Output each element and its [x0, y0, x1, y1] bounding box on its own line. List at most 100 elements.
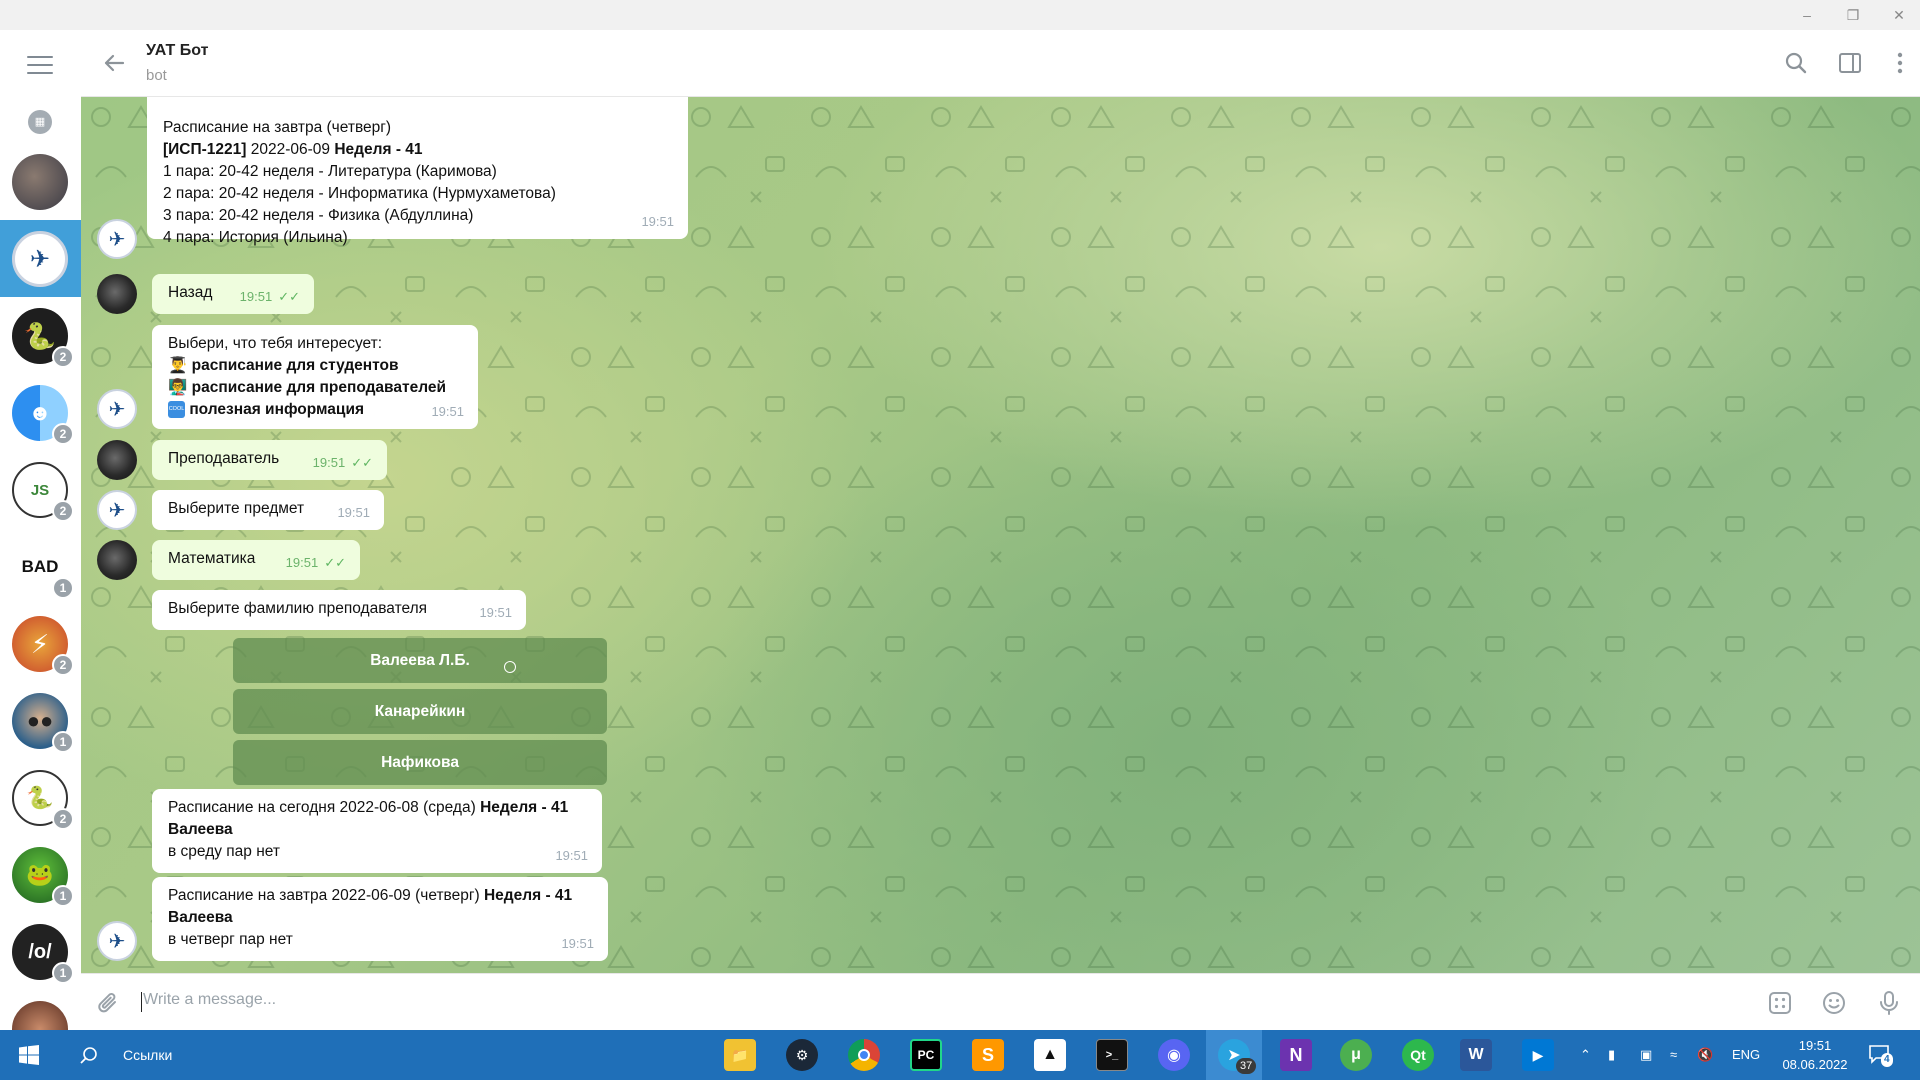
- bot-avatar[interactable]: ✈: [97, 921, 137, 961]
- wifi-icon[interactable]: ≈: [1670, 1030, 1677, 1080]
- message-time: 19:51 ✓✓: [240, 286, 300, 308]
- volume-muted-icon[interactable]: 🔇: [1697, 1030, 1713, 1080]
- message-text: Преподаватель: [168, 450, 280, 467]
- battery-icon[interactable]: ▮: [1608, 1030, 1615, 1080]
- user-avatar[interactable]: [97, 440, 137, 480]
- message-time: 19:51: [479, 605, 512, 620]
- teacher-name-text: Валеева: [168, 909, 233, 926]
- outgoing-message[interactable]: Преподаватель 19:51 ✓✓: [152, 440, 387, 480]
- user-avatar[interactable]: [97, 274, 137, 314]
- chat-avatar-1[interactable]: [12, 154, 68, 210]
- pycharm-icon[interactable]: PC: [910, 1039, 942, 1071]
- message-text: Выберите фамилию преподавателя: [168, 600, 428, 617]
- message-text: Выбери, что тебя интересует:: [168, 335, 383, 352]
- menu-option-line: COOL полезная информация: [168, 399, 462, 421]
- time-text: 19:51: [285, 555, 319, 570]
- message-text: Расписание на завтра (четверг): [163, 119, 392, 136]
- teacher-name: Валеева: [168, 819, 586, 841]
- visual-studio-icon[interactable]: N: [1280, 1039, 1312, 1071]
- clock[interactable]: 19:51 08.06.2022: [1775, 1036, 1855, 1074]
- notifications-icon[interactable]: 4: [1868, 1043, 1898, 1069]
- dev-null-logo-text: /o/: [28, 940, 52, 963]
- back-arrow-icon[interactable]: [101, 50, 131, 80]
- telegram-unread-badge: 37: [1236, 1058, 1257, 1074]
- sidebar-toggle-icon[interactable]: [1837, 50, 1865, 78]
- terminal-icon[interactable]: >_: [1096, 1039, 1128, 1071]
- chat-avatar-bad-code[interactable]: BAD 1: [12, 539, 74, 599]
- chat-avatar-uat-bot[interactable]: ✈: [12, 231, 68, 287]
- unread-badge: 2: [52, 500, 74, 522]
- chat-avatar-senior-pythonist[interactable]: 🐍 2: [12, 770, 74, 830]
- incoming-message[interactable]: Выбери, что тебя интересует: 👨‍🎓 расписа…: [152, 325, 478, 429]
- minimize-icon[interactable]: –: [1784, 0, 1830, 30]
- restore-icon[interactable]: ❐: [1830, 0, 1876, 30]
- chat-avatar-python[interactable]: 🐍 2: [12, 308, 74, 368]
- emoji-icon[interactable]: [1821, 990, 1847, 1016]
- bot-commands-icon[interactable]: [1767, 990, 1793, 1016]
- bot-avatar[interactable]: ✈: [97, 490, 137, 530]
- meet-now-icon[interactable]: ▣: [1640, 1030, 1652, 1080]
- message-text: в среду пар нет: [168, 843, 280, 860]
- chrome-icon[interactable]: [848, 1039, 880, 1071]
- message-text: Расписание на сегодня 2022-06-08 (среда)…: [168, 797, 586, 819]
- incoming-message[interactable]: Расписание на завтра (четверг) [ИСП-1221…: [147, 97, 688, 246]
- chat-title[interactable]: УАТ Бот: [146, 42, 208, 60]
- hamburger-icon[interactable]: [27, 56, 53, 74]
- language-indicator[interactable]: ENG: [1732, 1030, 1760, 1080]
- search-icon[interactable]: [74, 1030, 104, 1080]
- option-text: расписание для преподавателей: [191, 379, 446, 396]
- show-hidden-icons-chevron-icon[interactable]: ⌃: [1580, 1030, 1591, 1080]
- inline-keyboard-button[interactable]: Валеева Л.Б.: [233, 638, 607, 683]
- sublime-text-icon[interactable]: S: [972, 1039, 1004, 1071]
- search-icon[interactable]: [1783, 50, 1811, 78]
- archive-icon[interactable]: ▦: [28, 110, 52, 134]
- chat-avatar-senior-frontender[interactable]: JS 2: [12, 462, 74, 522]
- chat-avatar-finder[interactable]: ☻ 2: [12, 385, 74, 445]
- loading-icon: [504, 661, 516, 673]
- teacher-name: Валеева: [168, 907, 592, 929]
- chat-avatar-glasses[interactable]: ●● 1: [12, 693, 74, 753]
- inline-keyboard-button[interactable]: Нафикова: [233, 740, 607, 785]
- unity-icon[interactable]: ▲: [1034, 1039, 1066, 1071]
- qt-creator-icon[interactable]: Qt: [1402, 1039, 1434, 1071]
- attach-icon[interactable]: [96, 990, 122, 1016]
- message-text: 4 пара: История (Ильина): [163, 229, 348, 246]
- outgoing-message[interactable]: Математика 19:51 ✓✓: [152, 540, 360, 580]
- windows-start-icon[interactable]: [0, 1030, 58, 1080]
- option-text: расписание для студентов: [191, 357, 399, 374]
- window-titlebar: – ❐ ✕: [0, 0, 1920, 30]
- unread-badge: 1: [52, 731, 74, 753]
- outgoing-message[interactable]: Назад 19:51 ✓✓: [152, 274, 314, 314]
- close-icon[interactable]: ✕: [1876, 0, 1920, 30]
- file-explorer-icon[interactable]: 📁: [724, 1039, 756, 1071]
- incoming-message[interactable]: Расписание на завтра 2022-06-09 (четверг…: [152, 877, 608, 961]
- notifications-count: 4: [1881, 1053, 1893, 1067]
- taskbar-search-box[interactable]: Ссылки: [123, 1030, 243, 1080]
- incoming-message[interactable]: Выберите фамилию преподавателя 19:51: [152, 590, 526, 630]
- message-time: 19:51: [555, 848, 588, 863]
- chat-avatar-dev-null[interactable]: /o/ 1: [12, 924, 74, 984]
- bot-avatar[interactable]: ✈: [97, 389, 137, 429]
- week-text: Неделя - 41: [483, 887, 573, 904]
- incoming-message[interactable]: Выберите предмет 19:51: [152, 490, 384, 530]
- microphone-icon[interactable]: [1876, 990, 1902, 1016]
- inline-keyboard-button[interactable]: Канарейкин: [233, 689, 607, 734]
- unread-badge: 1: [52, 885, 74, 907]
- more-options-icon[interactable]: [1887, 50, 1915, 78]
- message-history[interactable]: Расписание на завтра (четверг) [ИСП-1221…: [81, 97, 1920, 973]
- bot-avatar[interactable]: ✈: [97, 219, 137, 259]
- message-input[interactable]: Write a message...: [143, 991, 276, 1009]
- group-name: [ИСП-1221]: [163, 141, 247, 158]
- user-avatar[interactable]: [97, 540, 137, 580]
- word-icon[interactable]: W: [1460, 1039, 1492, 1071]
- message-text: Выберите предмет: [168, 500, 305, 517]
- steam-icon[interactable]: ⚙: [786, 1039, 818, 1071]
- unread-badge: 2: [52, 808, 74, 830]
- chat-avatar-flash[interactable]: ⚡ 2: [12, 616, 74, 676]
- media-player-icon[interactable]: ▶: [1522, 1039, 1554, 1071]
- discord-icon[interactable]: ◉: [1158, 1039, 1190, 1071]
- chat-avatar-hand[interactable]: [12, 1001, 68, 1030]
- utorrent-icon[interactable]: μ: [1340, 1039, 1372, 1071]
- incoming-message[interactable]: Расписание на сегодня 2022-06-08 (среда)…: [152, 789, 602, 873]
- chat-avatar-snake[interactable]: 🐸 1: [12, 847, 74, 907]
